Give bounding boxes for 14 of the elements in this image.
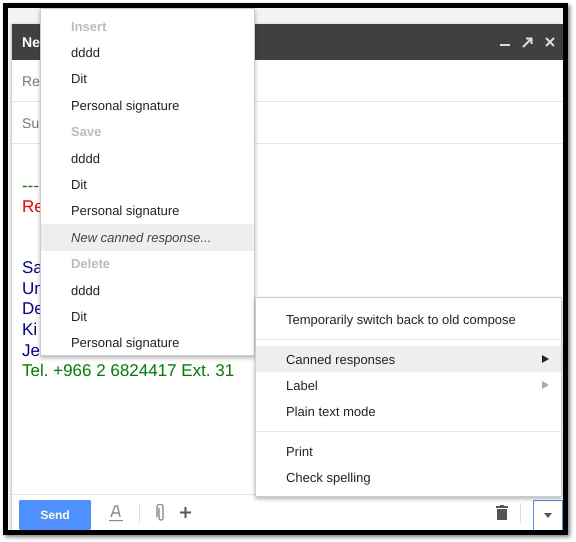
signature-line: --- [22, 176, 39, 197]
menu-item-label: Check spelling [286, 470, 372, 484]
signature-line: Je [22, 340, 40, 362]
menu-item-label: Plain text mode [286, 404, 377, 418]
menu-heading: Insert [70, 18, 108, 36]
signature-line: Ki [22, 320, 38, 341]
menu-item-label: Print [286, 444, 314, 458]
menu-heading: Delete [70, 255, 112, 274]
menu-heading: Save [70, 123, 102, 142]
menu-item-label: Label [286, 378, 319, 392]
signature-line: Tel. +966 2 6824417 Ext. 31 [22, 361, 234, 382]
menu-item-label: Canned responses [286, 352, 396, 366]
menu-item-label: Temporarily switch back to old compose [286, 312, 517, 326]
window-title: Ne [22, 34, 41, 50]
